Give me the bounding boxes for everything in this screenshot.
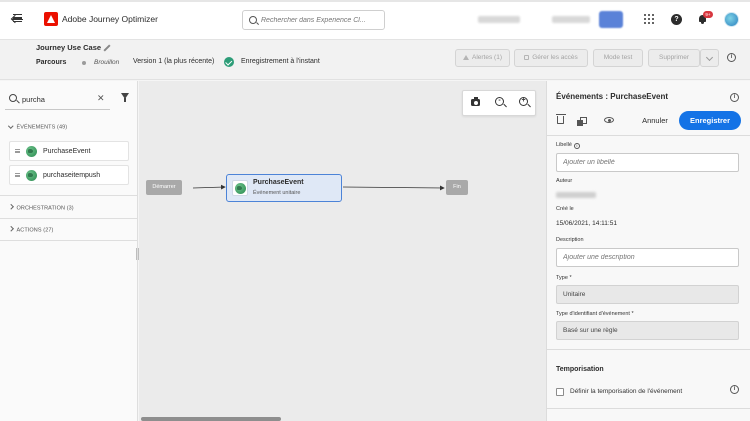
description-label: Description — [556, 237, 584, 243]
flow-connectors — [192, 184, 445, 191]
filter-icon[interactable] — [121, 93, 129, 102]
created-label: Créé le — [556, 206, 574, 212]
apps-grid-icon[interactable] — [644, 14, 654, 24]
chevron-right-icon — [8, 204, 14, 210]
end-node[interactable]: Fin — [446, 180, 468, 195]
type-value: Unitaire — [556, 285, 739, 304]
divider — [0, 240, 138, 241]
org-name-redacted — [478, 16, 520, 23]
palette-search-icon — [9, 94, 17, 102]
info-icon[interactable]: i — [727, 53, 736, 62]
created-value: 15/06/2021, 14:11:51 — [556, 220, 617, 227]
category-actions[interactable]: ACTIONS (27) — [8, 226, 53, 234]
connector-start-to-event — [192, 184, 226, 190]
connector-event-to-end — [342, 185, 445, 191]
label-input[interactable] — [556, 153, 739, 172]
category-orchestration[interactable]: ORCHESTRATION (3) — [8, 204, 74, 212]
canvas-horizontal-scrollbar[interactable] — [141, 417, 281, 421]
info-icon[interactable]: i — [573, 143, 580, 149]
save-status: Enregistrement à l'instant — [241, 58, 320, 65]
delete-button[interactable]: Supprimer — [648, 49, 700, 67]
palette-item-purchaseevent[interactable]: PurchaseEvent — [9, 141, 129, 161]
sandbox-switch-button[interactable] — [599, 11, 623, 28]
lock-icon — [524, 55, 530, 60]
search-icon — [249, 16, 257, 24]
info-icon[interactable]: i — [730, 93, 739, 102]
globe-icon — [26, 170, 37, 181]
status-dot-icon — [82, 61, 86, 65]
id-type-value: Basé sur une règle — [556, 321, 739, 340]
manage-access-button[interactable]: Gérer les accès — [514, 49, 588, 67]
drag-handle-icon[interactable] — [15, 173, 20, 177]
eye-icon[interactable] — [604, 117, 614, 123]
divider — [0, 195, 138, 196]
author-value-redacted — [556, 192, 596, 198]
panel-title: Événements : PurchaseEvent — [556, 92, 669, 101]
app-title: Adobe Journey Optimizer — [62, 14, 158, 24]
chevron-down-icon — [8, 123, 14, 129]
divider — [547, 135, 750, 136]
checkmark-circle-icon — [224, 57, 234, 67]
start-node[interactable]: Démarrer — [146, 180, 182, 195]
journey-version[interactable]: Version 1 (la plus récente) — [133, 58, 214, 65]
search-underline — [5, 109, 110, 110]
more-options-chevron-icon[interactable] — [700, 49, 719, 67]
user-avatar[interactable] — [724, 12, 739, 27]
adobe-logo-icon — [44, 12, 58, 26]
globe-icon — [235, 183, 246, 194]
back-arrow-icon[interactable] — [11, 14, 23, 24]
label-field-label: Libellé i — [556, 142, 580, 149]
event-node-purchaseevent[interactable]: PurchaseEvent Événement unitaire — [226, 174, 342, 202]
sandbox-name-redacted[interactable] — [552, 16, 590, 23]
divider — [547, 408, 750, 409]
duplicate-icon[interactable] — [577, 117, 587, 126]
type-label: Type * — [556, 275, 572, 281]
chevron-right-icon — [8, 226, 14, 232]
author-label: Auteur — [556, 178, 573, 184]
notification-badge: 9+ — [703, 11, 713, 18]
description-input[interactable] — [556, 248, 739, 267]
journey-name: Journey Use Case — [36, 43, 102, 52]
id-type-label: Type d'identifiant d'événement * — [556, 311, 634, 317]
category-events[interactable]: ÉVÉNEMENTS (49) — [8, 123, 67, 131]
timing-checkbox-label[interactable]: Définir la temporisation de l'événement — [570, 388, 682, 395]
test-mode-button[interactable]: Mode test — [593, 49, 643, 67]
timing-checkbox[interactable] — [556, 388, 564, 396]
global-search[interactable] — [242, 10, 385, 30]
save-button[interactable]: Enregistrer — [679, 111, 741, 130]
divider — [0, 218, 138, 219]
info-icon[interactable]: i — [730, 385, 739, 394]
cancel-button[interactable]: Annuler — [636, 111, 674, 129]
journey-status: Brouillon — [94, 59, 120, 66]
palette-item-purchaseitempush[interactable]: purchaseitempush — [9, 165, 129, 185]
alerts-button[interactable]: Alertes (1) — [455, 49, 510, 67]
trash-icon[interactable] — [555, 114, 566, 124]
activity-palette — [0, 81, 138, 421]
clear-search-icon[interactable]: ✕ — [97, 93, 105, 104]
help-icon[interactable]: ? — [671, 14, 682, 25]
journey-type: Parcours — [36, 59, 67, 66]
event-icon-box — [232, 180, 248, 196]
palette-search-input[interactable] — [22, 93, 92, 105]
divider — [547, 349, 750, 350]
global-search-input[interactable] — [261, 14, 381, 27]
globe-icon — [26, 146, 37, 157]
alert-triangle-icon — [463, 55, 469, 60]
drag-handle-icon[interactable] — [15, 149, 20, 153]
timing-section-title: Temporisation — [556, 366, 604, 373]
